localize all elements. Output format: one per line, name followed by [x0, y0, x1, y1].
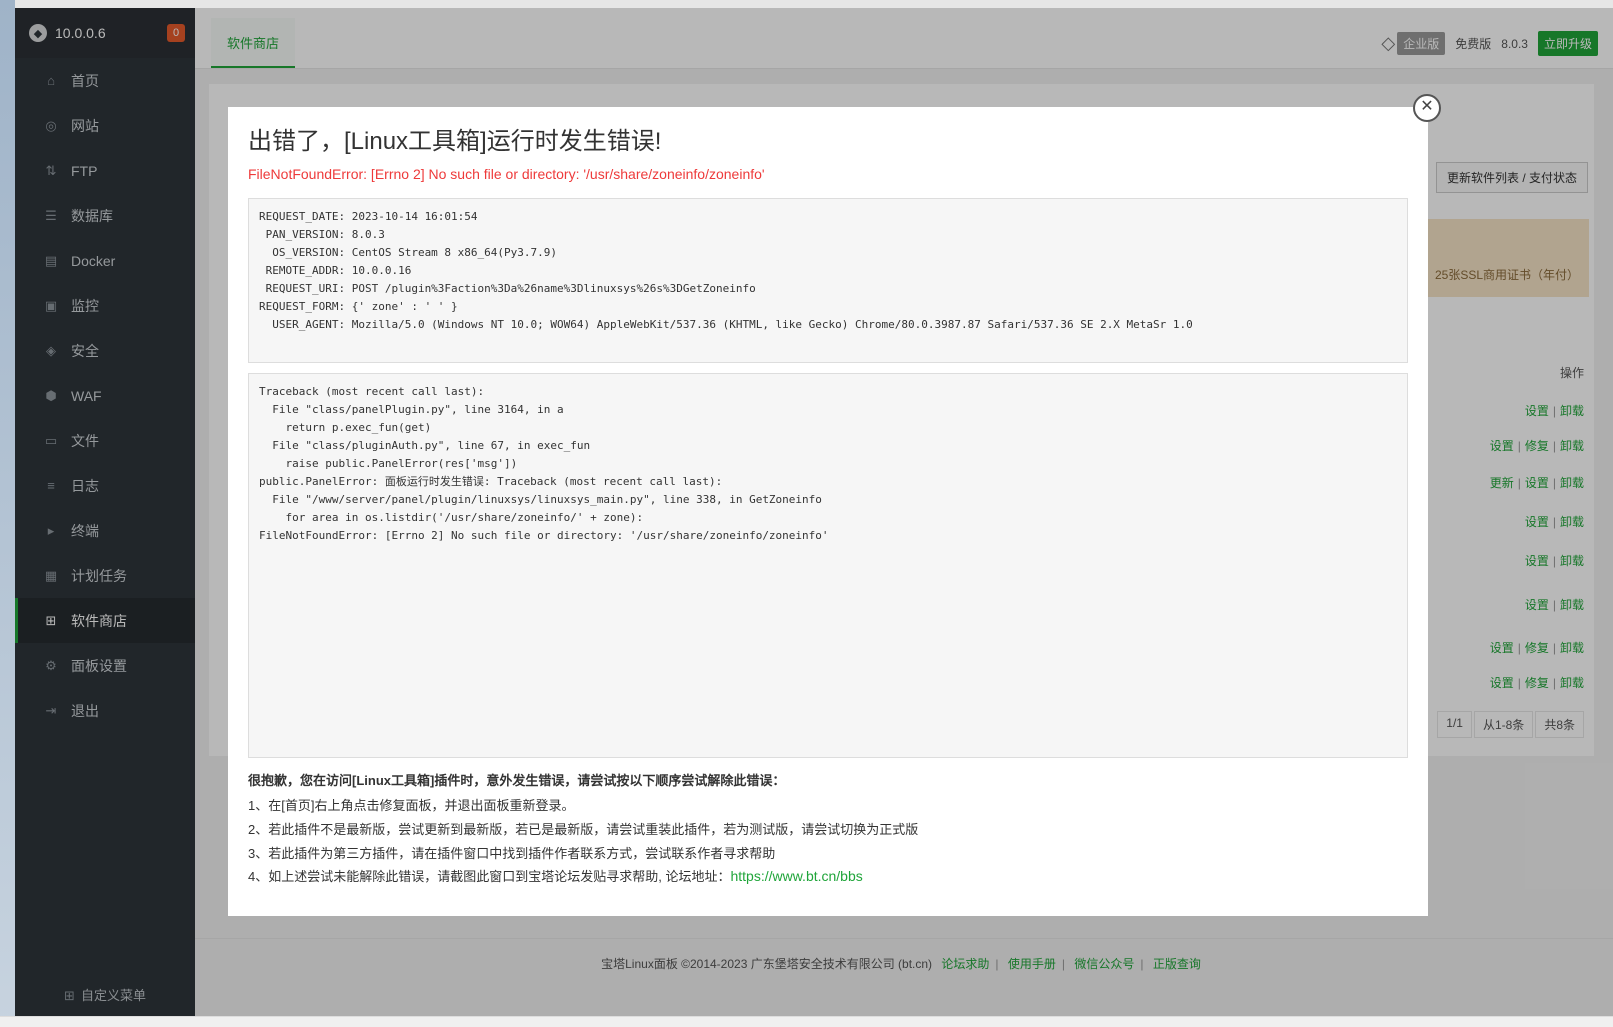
dialog-title: 出错了，[Linux工具箱]运行时发生错误!: [248, 128, 662, 155]
window-left-strip: [0, 0, 15, 1026]
help-step-4-text: 4、如上述尝试未能解除此错误，请截图此窗口到宝塔论坛发贴寻求帮助, 论坛地址：: [248, 869, 731, 884]
request-info-box[interactable]: REQUEST_DATE: 2023-10-14 16:01:54 PAN_VE…: [248, 198, 1408, 363]
help-step-3: 3、若此插件为第三方插件，请在插件窗口中找到插件作者联系方式，尝试联系作者寻求帮…: [248, 846, 776, 861]
request-info-text: REQUEST_DATE: 2023-10-14 16:01:54 PAN_VE…: [259, 210, 1193, 331]
traceback-text: Traceback (most recent call last): File …: [259, 385, 829, 542]
help-step-4: 4、如上述尝试未能解除此错误，请截图此窗口到宝塔论坛发贴寻求帮助, 论坛地址：h…: [248, 866, 863, 885]
error-message: FileNotFoundError: [Errno 2] No such fil…: [248, 166, 765, 182]
error-dialog: 出错了，[Linux工具箱]运行时发生错误! FileNotFoundError…: [228, 107, 1428, 916]
forum-link[interactable]: https://www.bt.cn/bbs: [730, 868, 862, 884]
close-icon[interactable]: ✕: [1413, 94, 1441, 122]
help-heading: 很抱歉，您在访问[Linux工具箱]插件时，意外发生错误，请尝试按以下顺序尝试解…: [248, 773, 786, 788]
traceback-box[interactable]: Traceback (most recent call last): File …: [248, 373, 1408, 758]
window-top-strip: [0, 0, 1613, 8]
help-step-2: 2、若此插件不是最新版，尝试更新到最新版，若已是最新版，请尝试重装此插件，若为测…: [248, 822, 919, 837]
help-step-1: 1、在[首页]右上角点击修复面板，并退出面板重新登录。: [248, 798, 575, 813]
taskbar-strip: [0, 1016, 1613, 1027]
